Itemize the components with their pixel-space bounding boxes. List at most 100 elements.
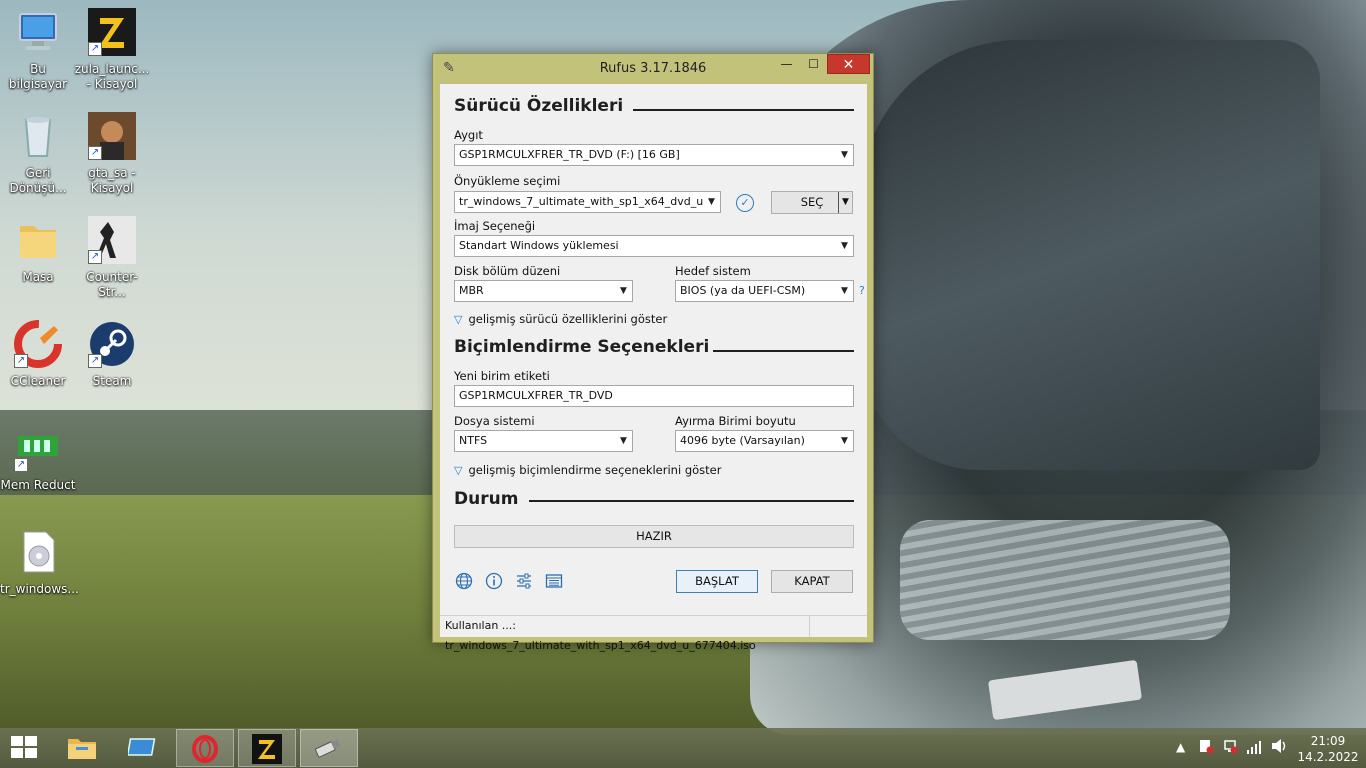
maximize-button[interactable]: ☐ xyxy=(800,54,827,74)
image-option-value: Standart Windows yüklemesi xyxy=(459,239,619,252)
action-center-icon[interactable] xyxy=(1198,738,1214,757)
image-option-select[interactable]: Standart Windows yüklemesi ▼ xyxy=(454,235,854,257)
boot-selection-select[interactable]: tr_windows_7_ultimate_with_sp1_x64_dvd_u… xyxy=(454,191,721,213)
status-heading: Durum xyxy=(454,489,519,509)
target-system-select[interactable]: BIOS (ya da UEFI-CSM) ▼ xyxy=(675,280,854,302)
title-bar[interactable]: ✎ Rufus 3.17.1846 — ☐ ✕ xyxy=(433,54,873,82)
system-clock[interactable]: 21:09 14.2.2022 xyxy=(1296,733,1360,765)
boot-selection-label: Önyükleme seçimi xyxy=(454,174,561,188)
target-system-value: BIOS (ya da UEFI-CSM) xyxy=(680,284,806,297)
cluster-size-value: 4096 byte (Varsayılan) xyxy=(680,434,805,447)
desktop-icon-gta-sa[interactable]: ↗ gta_sa - Kisayol xyxy=(74,112,150,196)
shortcut-arrow-icon: ↗ xyxy=(88,250,102,264)
status-bar-text: Kullanılan ...: tr_windows_7_ultimate_wi… xyxy=(440,616,810,652)
windows-start-icon[interactable] xyxy=(11,736,39,760)
shortcut-arrow-icon: ↗ xyxy=(14,458,28,472)
memreduct-icon: ↗ xyxy=(14,424,62,472)
chevron-down-icon: ▼ xyxy=(615,431,632,451)
heading-divider xyxy=(529,500,854,502)
network-icon[interactable] xyxy=(1222,738,1238,757)
chevron-down-icon: ▽ xyxy=(454,313,463,326)
clock-date: 14.2.2022 xyxy=(1297,750,1359,764)
chevron-down-icon[interactable]: ▼ xyxy=(838,192,852,213)
partition-scheme-select[interactable]: MBR ▼ xyxy=(454,280,633,302)
chevron-down-icon: ▼ xyxy=(836,236,853,256)
chevron-down-icon: ▽ xyxy=(454,464,463,477)
chevron-down-icon: ▼ xyxy=(836,145,853,165)
checksum-icon[interactable]: ✓ xyxy=(736,194,754,212)
close-button[interactable]: KAPAT xyxy=(771,570,853,593)
heading-divider xyxy=(633,109,854,111)
format-options-heading: Biçimlendirme Seçenekleri xyxy=(454,337,710,357)
language-globe-icon[interactable] xyxy=(454,572,474,592)
chevron-down-icon: ▼ xyxy=(836,431,853,451)
target-system-label: Hedef sistem xyxy=(675,264,751,278)
desktop-icon-iso-file[interactable]: tr_windows... xyxy=(0,528,79,597)
file-system-select[interactable]: NTFS ▼ xyxy=(454,430,633,452)
volume-icon[interactable] xyxy=(1270,738,1288,757)
desktop-icon-zula[interactable]: ↗ zula_launc... - Kisayol xyxy=(74,8,150,92)
disc-image-icon xyxy=(14,528,62,576)
recycle-bin-icon xyxy=(14,112,62,160)
gta-icon: ↗ xyxy=(88,112,136,160)
image-option-label: İmaj Seçeneği xyxy=(454,219,536,233)
rufus-icon[interactable] xyxy=(300,729,358,767)
file-system-value: NTFS xyxy=(459,434,488,447)
shortcut-arrow-icon: ↗ xyxy=(88,146,102,160)
advanced-drive-toggle[interactable]: ▽ gelişmiş sürücü özelliklerini göster xyxy=(454,312,667,326)
drive-properties-heading: Sürücü Özellikleri xyxy=(454,96,624,116)
zula-icon[interactable] xyxy=(238,729,296,767)
volume-label-label: Yeni birim etiketi xyxy=(454,369,550,383)
volume-label-input[interactable]: GSP1RMCULXFRER_TR_DVD xyxy=(454,385,854,407)
close-window-button[interactable]: ✕ xyxy=(827,54,870,74)
desktop-icon-this-pc[interactable]: Bu bilgisayar xyxy=(0,8,76,92)
desktop-icon-mem-reduct[interactable]: ↗ Mem Reduct xyxy=(0,424,76,493)
computer-icon xyxy=(14,8,62,56)
shortcut-arrow-icon: ↗ xyxy=(14,354,28,368)
zula-icon: ↗ xyxy=(88,8,136,56)
ccleaner-icon: ↗ xyxy=(14,320,62,368)
about-info-icon[interactable] xyxy=(484,572,504,592)
minimize-button[interactable]: — xyxy=(773,54,800,74)
steam-icon: ↗ xyxy=(88,320,136,368)
remote-desktop-icon[interactable] xyxy=(114,729,172,767)
desktop-icon-steam[interactable]: ↗ Steam xyxy=(74,320,150,389)
advanced-format-label: gelişmiş biçimlendirme seçeneklerini gös… xyxy=(468,463,722,477)
desktop-icon-masa[interactable]: Masa xyxy=(0,216,76,285)
taskbar: ▲ 21:09 14.2.2022 xyxy=(0,728,1366,768)
file-system-label: Dosya sistemi xyxy=(454,414,535,428)
partition-scheme-label: Disk bölüm düzeni xyxy=(454,264,561,278)
advanced-format-toggle[interactable]: ▽ gelişmiş biçimlendirme seçeneklerini gö… xyxy=(454,463,721,477)
window-client: Sürücü Özellikleri Aygıt GSP1RMCULXFRER_… xyxy=(440,84,867,652)
chevron-down-icon: ▼ xyxy=(615,281,632,301)
cluster-size-select[interactable]: 4096 byte (Varsayılan) ▼ xyxy=(675,430,854,452)
counter-strike-icon: ↗ xyxy=(88,216,136,264)
desktop-icon-counter-strike[interactable]: ↗ Counter-Str... xyxy=(74,216,150,300)
status-bar: Kullanılan ...: tr_windows_7_ultimate_wi… xyxy=(440,615,867,652)
chevron-down-icon: ▼ xyxy=(703,192,720,212)
advanced-drive-label: gelişmiş sürücü özelliklerini göster xyxy=(468,312,668,326)
heading-divider xyxy=(713,350,854,352)
boot-selection-value: tr_windows_7_ultimate_with_sp1_x64_dvd_u… xyxy=(459,195,716,208)
folder-icon xyxy=(14,216,62,264)
shortcut-arrow-icon: ↗ xyxy=(88,42,102,56)
desktop-icon-ccleaner[interactable]: ↗ CCleaner xyxy=(0,320,76,389)
log-icon[interactable] xyxy=(544,572,564,592)
signal-strength-icon[interactable] xyxy=(1246,740,1262,757)
select-button-label: SEÇ xyxy=(800,195,824,209)
show-hidden-icons-icon[interactable]: ▲ xyxy=(1176,740,1185,754)
file-explorer-icon[interactable] xyxy=(53,729,111,767)
rufus-window: ✎ Rufus 3.17.1846 — ☐ ✕ Sürücü Özellikle… xyxy=(432,53,874,652)
settings-sliders-icon[interactable] xyxy=(514,572,534,592)
select-button[interactable]: SEÇ ▼ xyxy=(771,191,853,214)
chevron-down-icon: ▼ xyxy=(836,281,853,301)
partition-scheme-value: MBR xyxy=(459,284,484,297)
device-select[interactable]: GSP1RMCULXFRER_TR_DVD (F:) [16 GB] ▼ xyxy=(454,144,854,166)
opera-icon[interactable] xyxy=(176,729,234,767)
clock-time: 21:09 xyxy=(1310,734,1346,748)
desktop-icon-recycle-bin[interactable]: Geri Dönüşü... xyxy=(0,112,76,196)
start-button[interactable]: BAŞLAT xyxy=(676,570,758,593)
status-progress-bar: HAZIR xyxy=(454,525,854,548)
help-icon[interactable]: ? xyxy=(859,284,865,297)
device-label: Aygıt xyxy=(454,128,483,142)
